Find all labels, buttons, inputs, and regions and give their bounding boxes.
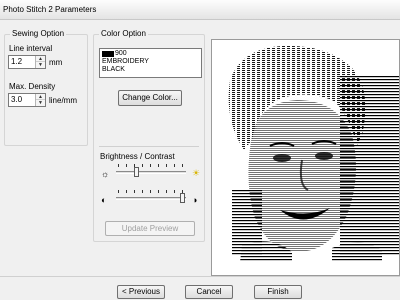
color-option-title: Color Option [99, 29, 148, 39]
preview-pane [211, 39, 400, 276]
footer-separator [0, 276, 400, 277]
contrast-track [116, 197, 186, 200]
contrast-ticks [118, 190, 184, 193]
color-line-1: EMBROIDERY [102, 58, 149, 65]
previous-button[interactable]: < Previous [117, 285, 165, 299]
change-color-button[interactable]: Change Color... [118, 90, 182, 106]
max-density-unit: line/mm [49, 96, 78, 105]
update-preview-button[interactable]: Update Preview [105, 221, 195, 236]
line-interval-unit: mm [49, 58, 63, 67]
max-density-spinner[interactable]: 3.0 ▲ ▼ [8, 93, 46, 107]
line-interval-spinner[interactable]: 1.2 ▲ ▼ [8, 55, 46, 69]
line-interval-value: 1.2 [11, 57, 23, 66]
brightness-thumb[interactable] [133, 167, 139, 177]
color-code: 900 [115, 50, 127, 57]
spin-down-icon[interactable]: ▼ [36, 62, 45, 68]
contrast-slider[interactable] [116, 190, 186, 206]
sun-large-icon: ☀ [192, 168, 201, 178]
contrast-high-icon: ◑ [192, 195, 198, 205]
dialog-body: Sewing Option Line interval 1.2 ▲ ▼ mm M… [0, 20, 400, 300]
brightness-slider[interactable] [116, 164, 186, 180]
finish-button[interactable]: Finish [254, 285, 302, 299]
brightness-contrast-label: Brightness / Contrast [100, 152, 175, 161]
contrast-low-icon: ◐ [101, 195, 107, 205]
group-divider [99, 146, 199, 147]
color-swatch [102, 51, 114, 57]
brightness-ticks [118, 164, 184, 167]
line-interval-arrows[interactable]: ▲ ▼ [35, 56, 45, 68]
window-title: Photo Stitch 2 Parameters [0, 0, 400, 20]
max-density-arrows[interactable]: ▲ ▼ [35, 94, 45, 106]
contrast-thumb[interactable] [180, 193, 185, 203]
brightness-track [116, 171, 186, 174]
cancel-button[interactable]: Cancel [185, 285, 233, 299]
max-density-value: 3.0 [11, 95, 23, 104]
max-density-label: Max. Density [9, 82, 56, 91]
spin-down-icon[interactable]: ▼ [36, 100, 45, 106]
sewing-option-title: Sewing Option [10, 29, 67, 39]
stitch-preview-image [228, 45, 399, 262]
line-interval-label: Line interval [9, 44, 53, 53]
color-line-2: BLACK [102, 66, 125, 73]
color-display: 900 EMBROIDERY BLACK [99, 48, 202, 78]
sun-small-icon: ☼ [101, 169, 110, 179]
